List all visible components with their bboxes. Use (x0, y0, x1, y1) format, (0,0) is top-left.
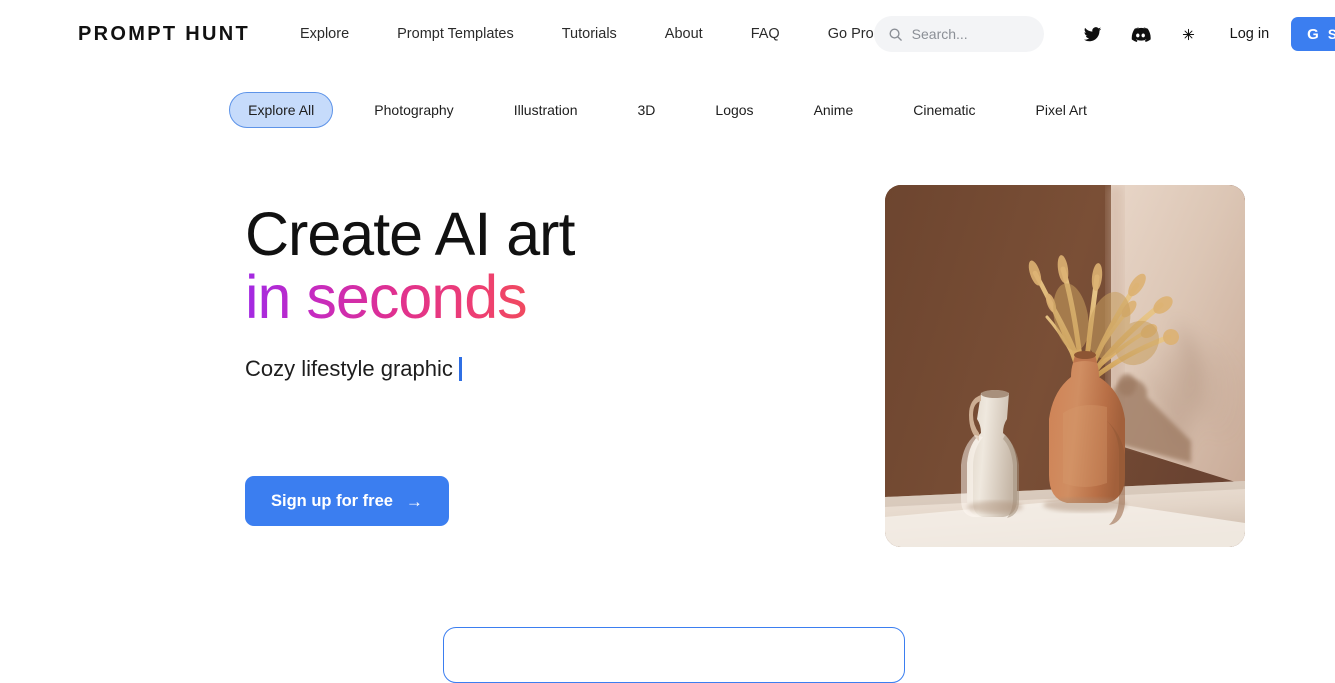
hero-artwork-illustration (885, 185, 1245, 547)
site-header: PROMPT HUNT Explore Prompt Templates Tut… (0, 0, 1335, 68)
discord-icon[interactable] (1128, 21, 1154, 47)
hero-artwork-wrap (745, 185, 1245, 547)
nav-item-prompt-templates[interactable]: Prompt Templates (397, 20, 514, 48)
twitter-icon[interactable] (1080, 21, 1106, 47)
tab-illustration[interactable]: Illustration (495, 92, 597, 128)
search-input[interactable] (911, 26, 1022, 42)
prompt-input-bar[interactable] (443, 627, 905, 683)
tab-photography[interactable]: Photography (355, 92, 472, 128)
nav-item-about[interactable]: About (665, 20, 703, 48)
nav-item-explore[interactable]: Explore (300, 20, 349, 48)
hero-headline-line1: Create AI art (245, 200, 575, 268)
main-nav: Explore Prompt Templates Tutorials About… (300, 20, 874, 48)
hero-copy: Create AI art in seconds Cozy lifestyle … (245, 185, 745, 527)
tab-3d[interactable]: 3D (619, 92, 675, 128)
hero-typed-prompt-row: Cozy lifestyle graphic (245, 356, 745, 382)
header-actions: Log in G Sign up (873, 16, 1335, 52)
tab-cinematic[interactable]: Cinematic (894, 92, 994, 128)
signup-for-free-label: Sign up for free (271, 491, 393, 510)
search-box[interactable] (873, 16, 1044, 52)
nav-item-tutorials[interactable]: Tutorials (562, 20, 617, 48)
tab-anime[interactable]: Anime (795, 92, 873, 128)
signup-button-label: Sign up (1327, 26, 1335, 42)
hero-section: Create AI art in seconds Cozy lifestyle … (0, 185, 1335, 547)
google-g-icon: G (1307, 25, 1319, 43)
login-link[interactable]: Log in (1230, 26, 1270, 42)
signup-button[interactable]: G Sign up (1291, 17, 1335, 51)
sparkle-icon[interactable] (1176, 21, 1202, 47)
search-icon (888, 27, 903, 42)
category-tabs: Explore All Photography Illustration 3D … (0, 92, 1335, 128)
text-caret (458, 357, 462, 382)
nav-item-go-pro[interactable]: Go Pro (828, 20, 874, 48)
arrow-right-icon: → (405, 491, 423, 511)
nav-item-faq[interactable]: FAQ (751, 20, 780, 48)
tab-logos[interactable]: Logos (696, 92, 772, 128)
tab-explore-all[interactable]: Explore All (229, 92, 334, 128)
brand-logo[interactable]: PROMPT HUNT (78, 23, 250, 46)
hero-headline-line2: in seconds (245, 265, 745, 329)
hero-artwork[interactable] (885, 185, 1245, 547)
signup-for-free-button[interactable]: Sign up for free → (245, 476, 449, 527)
tab-pixel-art[interactable]: Pixel Art (1017, 92, 1106, 128)
hero-typed-prompt: Cozy lifestyle graphic (245, 356, 453, 382)
